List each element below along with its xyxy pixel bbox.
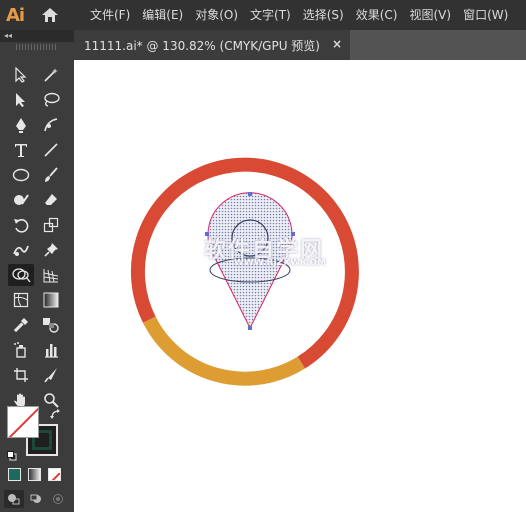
gradient-tool-icon[interactable]	[38, 289, 64, 311]
column-graph-tool-icon[interactable]	[38, 339, 64, 361]
pen-tool-icon[interactable]	[8, 114, 34, 136]
line-segment-tool-icon[interactable]	[38, 139, 64, 161]
menu-file[interactable]: 文件(F)	[84, 0, 136, 30]
ellipse-tool-icon[interactable]	[8, 164, 34, 186]
draw-normal-icon[interactable]	[4, 490, 24, 508]
menu-effect[interactable]: 效果(C)	[350, 0, 404, 30]
menu-bar: Ai 文件(F) 编辑(E) 对象(O) 文字(T) 选择(S) 效果(C) 视…	[0, 0, 526, 30]
direct-selection-tool-icon[interactable]	[8, 89, 34, 111]
pin-tool-icon[interactable]	[38, 239, 64, 261]
eyedropper-tool-icon[interactable]	[8, 314, 34, 336]
gradient-mode-button[interactable]	[28, 468, 41, 481]
menu-select[interactable]: 选择(S)	[297, 0, 350, 30]
swap-fill-stroke-icon[interactable]	[50, 406, 62, 419]
ring-orange-segment[interactable]	[143, 316, 305, 386]
selection-tool-icon[interactable]	[8, 64, 34, 86]
shape-builder-tool-icon[interactable]	[8, 264, 34, 286]
main-menu: 文件(F) 编辑(E) 对象(O) 文字(T) 选择(S) 效果(C) 视图(V…	[84, 0, 514, 30]
document-tab[interactable]: 11111.ai* @ 130.82% (CMYK/GPU 预览) ×	[74, 30, 350, 60]
artwork	[130, 157, 359, 386]
anchor-point[interactable]	[248, 326, 252, 330]
menu-object[interactable]: 对象(O)	[189, 0, 244, 30]
watermark-url: WWW.RJZXW.COM	[234, 258, 327, 268]
menu-view[interactable]: 视图(V)	[403, 0, 457, 30]
menu-window[interactable]: 窗口(W)	[457, 0, 514, 30]
paintbrush-tool-icon[interactable]	[38, 164, 64, 186]
none-mode-button[interactable]	[48, 468, 61, 481]
home-icon[interactable]	[30, 0, 70, 30]
document-tab-title: 11111.ai* @ 130.82% (CMYK/GPU 预览)	[84, 38, 320, 53]
shaper-tool-icon[interactable]	[8, 189, 34, 211]
none-slash-icon	[8, 407, 38, 437]
menu-type[interactable]: 文字(T)	[244, 0, 297, 30]
symbol-sprayer-tool-icon[interactable]	[8, 339, 34, 361]
menu-edit[interactable]: 编辑(E)	[136, 0, 189, 30]
puppet-warp-tool-icon[interactable]	[8, 239, 34, 261]
mesh-tool-icon[interactable]	[8, 289, 34, 311]
default-fill-stroke-icon[interactable]	[7, 446, 17, 461]
document-tab-bar: 11111.ai* @ 130.82% (CMYK/GPU 预览) ×	[74, 30, 526, 60]
app-logo: Ai	[5, 4, 25, 26]
close-tab-icon[interactable]: ×	[332, 37, 342, 51]
lasso-tool-icon[interactable]	[38, 89, 64, 111]
scale-tool-icon[interactable]	[38, 214, 64, 236]
fill-swatch[interactable]	[7, 406, 39, 438]
magic-wand-tool-icon[interactable]	[38, 64, 64, 86]
color-mode-button[interactable]	[8, 468, 21, 481]
artboard-tool-icon[interactable]	[8, 364, 34, 386]
rotate-tool-icon[interactable]	[8, 214, 34, 236]
artboard-canvas[interactable]: 软件自学网 WWW.RJZXW.COM	[74, 60, 526, 512]
draw-inside-icon[interactable]	[48, 490, 68, 508]
type-tool-icon[interactable]	[8, 139, 34, 161]
draw-behind-icon[interactable]	[26, 490, 46, 508]
curvature-tool-icon[interactable]	[38, 114, 64, 136]
none-slash-icon	[51, 472, 60, 480]
slice-tool-icon[interactable]	[38, 364, 64, 386]
tools-panel	[0, 42, 74, 512]
perspective-grid-tool-icon[interactable]	[38, 264, 64, 286]
anchor-point[interactable]	[248, 192, 252, 196]
blend-tool-icon[interactable]	[38, 314, 64, 336]
panel-grip[interactable]	[16, 44, 56, 50]
eraser-tool-icon[interactable]	[38, 189, 64, 211]
panel-collapse-button[interactable]: ◂◂	[0, 30, 74, 42]
